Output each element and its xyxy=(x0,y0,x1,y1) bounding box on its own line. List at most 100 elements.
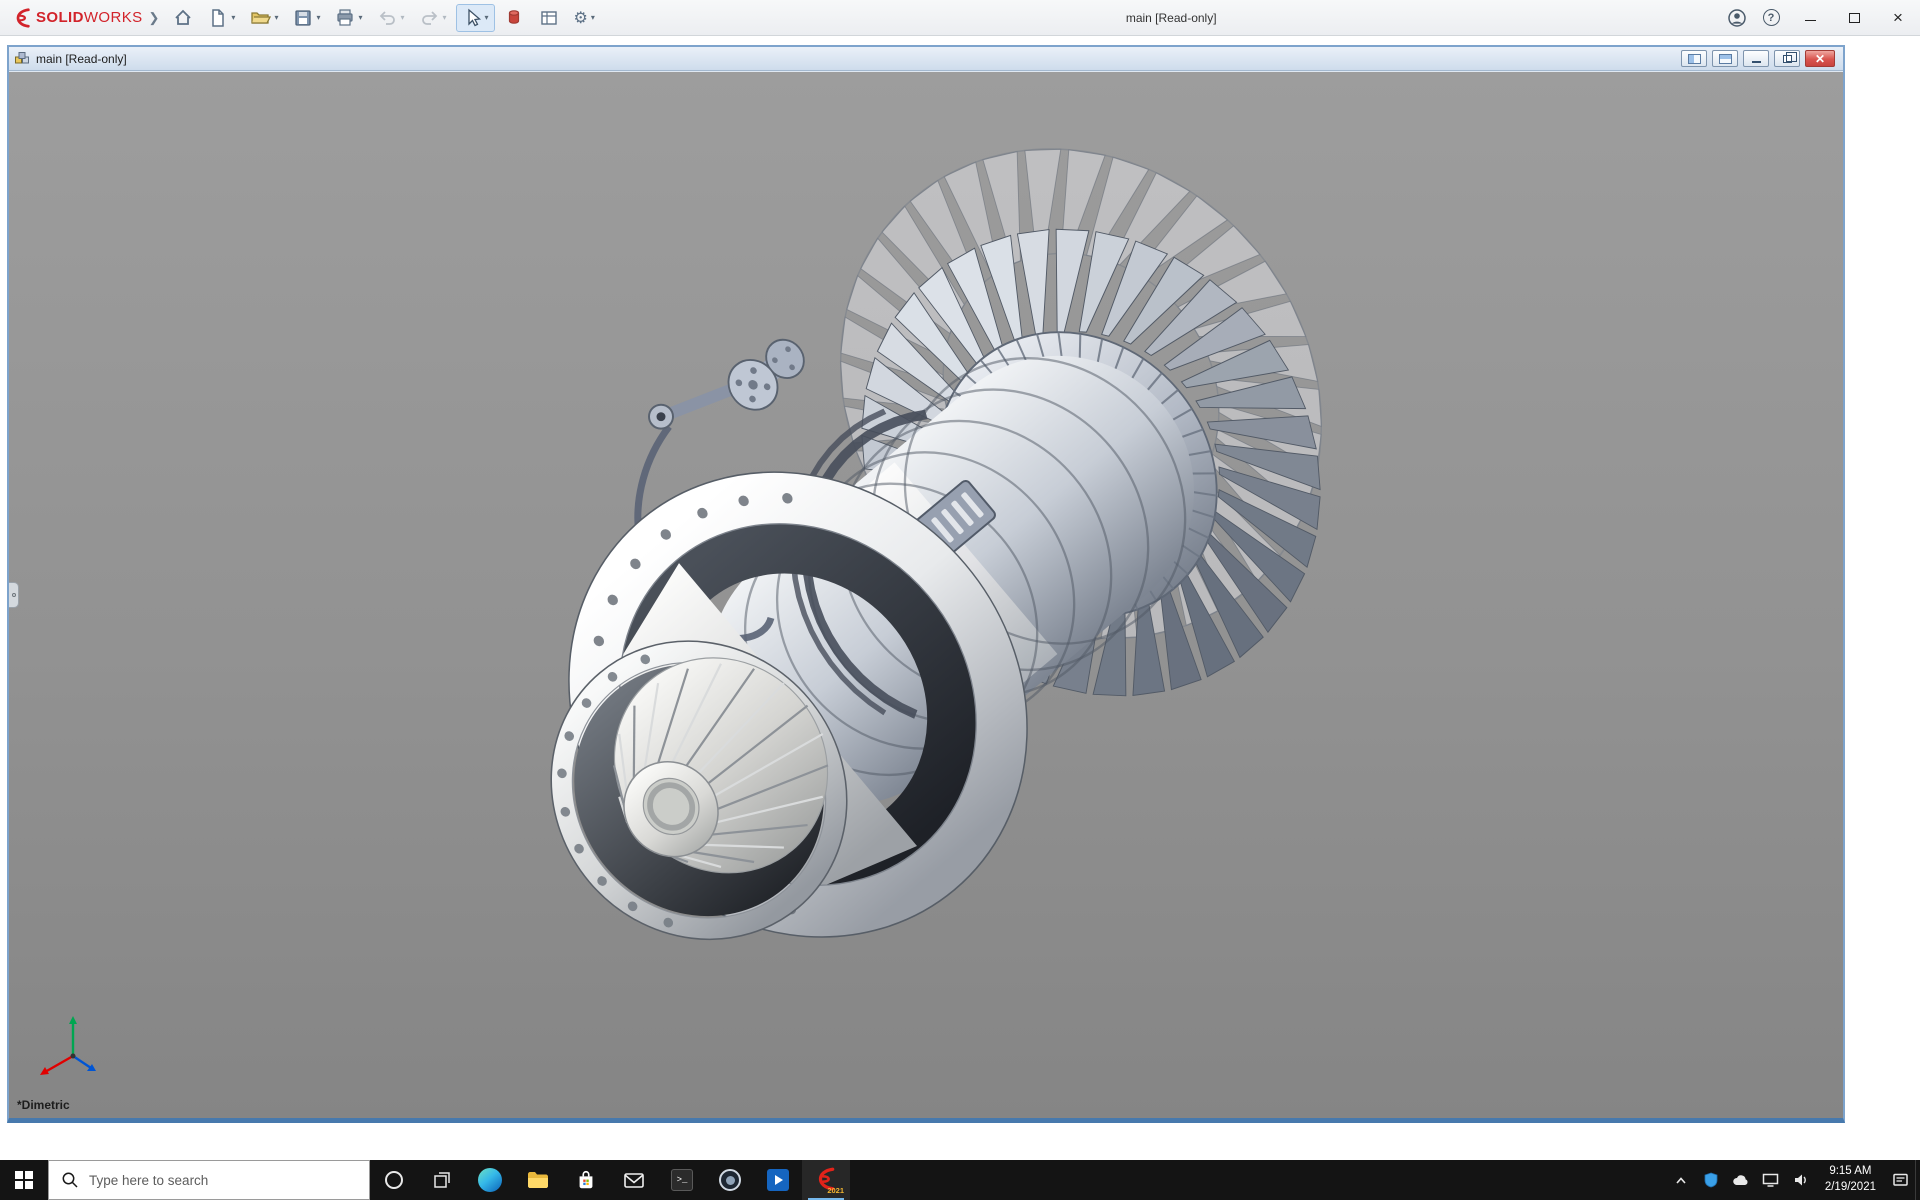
undo-icon xyxy=(377,8,397,28)
edge-browser-icon xyxy=(478,1168,502,1192)
maximize-icon xyxy=(1849,13,1860,23)
dropdown-arrow-icon: ▾ xyxy=(443,13,447,22)
shield-icon xyxy=(1703,1172,1719,1188)
dropdown-arrow-icon: ▾ xyxy=(274,13,278,22)
taskbar-search-input[interactable]: Type here to search xyxy=(48,1160,370,1200)
taskbar-app-solidworks[interactable]: 2021 xyxy=(802,1160,850,1200)
home-button[interactable] xyxy=(167,4,199,32)
solidworks-mark-icon xyxy=(10,7,32,29)
close-icon: × xyxy=(1893,9,1903,26)
viewport-3d[interactable]: *Dimetric xyxy=(9,72,1843,1118)
print-icon xyxy=(335,8,355,28)
taskbar-app-mail[interactable] xyxy=(610,1160,658,1200)
document-titlebar[interactable]: main [Read-only] ✕ xyxy=(9,47,1843,71)
save-button[interactable]: ▾ xyxy=(287,4,326,32)
view-orientation-label: *Dimetric xyxy=(17,1098,70,1112)
clock-date: 2/19/2021 xyxy=(1825,1180,1876,1196)
select-tool-button[interactable]: ▾ xyxy=(456,4,495,32)
appearances-button[interactable] xyxy=(498,4,530,32)
new-document-button[interactable]: ▾ xyxy=(202,4,241,32)
redo-button[interactable]: ▾ xyxy=(414,4,453,32)
windows-logo-icon xyxy=(15,1171,33,1189)
dropdown-arrow-icon: ▾ xyxy=(400,13,404,22)
app-toolbar: SOLIDWORKS ❯ ▾ ▾ ▾ xyxy=(0,0,1920,36)
open-button[interactable]: ▾ xyxy=(244,4,284,32)
appearance-cylinder-icon xyxy=(504,8,524,28)
taskbar-app-media-player[interactable] xyxy=(754,1160,802,1200)
doc-minimize-button[interactable] xyxy=(1743,50,1769,67)
cortana-button[interactable] xyxy=(370,1160,418,1200)
taskbar-app-file-explorer[interactable] xyxy=(514,1160,562,1200)
home-icon xyxy=(173,8,193,28)
clock-time: 9:15 AM xyxy=(1825,1164,1876,1180)
document-window: main [Read-only] ✕ xyxy=(7,45,1845,1123)
dropdown-arrow-icon: ▾ xyxy=(485,13,489,22)
volume-tray-button[interactable] xyxy=(1786,1160,1816,1200)
display-icon xyxy=(1762,1172,1779,1188)
minimize-icon xyxy=(1805,20,1816,22)
taskbar-app-store[interactable] xyxy=(562,1160,610,1200)
dropdown-arrow-icon: ▾ xyxy=(591,13,595,22)
dropdown-arrow-icon: ▾ xyxy=(358,13,362,22)
show-desktop-button[interactable] xyxy=(1915,1160,1920,1200)
help-icon: ? xyxy=(1763,9,1780,26)
task-view-button[interactable] xyxy=(418,1160,466,1200)
app-close-button[interactable]: × xyxy=(1876,0,1920,36)
panel-handle[interactable] xyxy=(9,582,19,608)
taskbar-app-terminal[interactable]: >_ xyxy=(658,1160,706,1200)
app-client-area: main [Read-only] ✕ xyxy=(0,36,1920,1160)
design-table-button[interactable] xyxy=(533,4,565,32)
doc-restore-button[interactable] xyxy=(1774,50,1800,67)
mail-icon xyxy=(622,1169,646,1191)
chevron-up-icon xyxy=(1675,1176,1687,1185)
assembly-icon xyxy=(14,51,30,67)
panel-handle-dot-icon xyxy=(12,593,16,597)
file-explorer-icon xyxy=(526,1169,550,1191)
store-icon xyxy=(575,1169,597,1191)
cloud-icon xyxy=(1732,1173,1750,1187)
print-button[interactable]: ▾ xyxy=(329,4,368,32)
y-axis-arrow xyxy=(69,1016,77,1024)
solidworks-version-badge: 2021 xyxy=(827,1186,844,1195)
help-button[interactable]: ? xyxy=(1754,4,1788,32)
camera-app-icon xyxy=(719,1169,741,1191)
dropdown-arrow-icon: ▾ xyxy=(316,13,320,22)
undo-button[interactable]: ▾ xyxy=(371,4,410,32)
brand-text: SOLIDWORKS xyxy=(36,9,143,26)
document-title: main [Read-only] xyxy=(36,52,127,66)
app-minimize-button[interactable] xyxy=(1788,0,1832,36)
cortana-icon xyxy=(383,1169,405,1191)
volume-icon xyxy=(1793,1172,1809,1188)
options-button[interactable]: ⚙ ▾ xyxy=(568,4,601,32)
account-button[interactable] xyxy=(1720,4,1754,32)
document-window-controls: ✕ xyxy=(1681,50,1838,67)
taskbar-app-camera[interactable] xyxy=(706,1160,754,1200)
toolbar-expand-chevron-icon[interactable]: ❯ xyxy=(149,10,160,26)
security-tray-button[interactable] xyxy=(1696,1160,1726,1200)
split-vertical-icon xyxy=(1688,54,1701,64)
start-button[interactable] xyxy=(0,1160,48,1200)
display-tray-button[interactable] xyxy=(1756,1160,1786,1200)
system-tray: 9:15 AM 2/19/2021 xyxy=(1666,1160,1920,1200)
cloud-tray-button[interactable] xyxy=(1726,1160,1756,1200)
split-horizontal-icon xyxy=(1719,54,1732,64)
app-maximize-button[interactable] xyxy=(1832,0,1876,36)
select-cursor-icon xyxy=(462,8,482,28)
solidworks-logo: SOLIDWORKS xyxy=(10,7,143,29)
taskbar-app-edge[interactable] xyxy=(466,1160,514,1200)
doc-close-button[interactable]: ✕ xyxy=(1805,50,1835,67)
orientation-triad[interactable] xyxy=(31,1008,115,1092)
engine-model xyxy=(9,72,1843,1118)
action-center-button[interactable] xyxy=(1885,1160,1915,1200)
split-vertical-button[interactable] xyxy=(1681,50,1707,67)
media-player-icon xyxy=(767,1169,789,1191)
save-icon xyxy=(293,8,313,28)
redo-icon xyxy=(420,8,440,28)
split-horizontal-button[interactable] xyxy=(1712,50,1738,67)
hidden-icons-button[interactable] xyxy=(1666,1160,1696,1200)
restore-icon xyxy=(1783,55,1792,63)
close-icon: ✕ xyxy=(1815,53,1825,65)
taskbar-clock[interactable]: 9:15 AM 2/19/2021 xyxy=(1816,1160,1885,1200)
task-view-icon xyxy=(432,1170,452,1190)
search-icon xyxy=(61,1171,79,1189)
